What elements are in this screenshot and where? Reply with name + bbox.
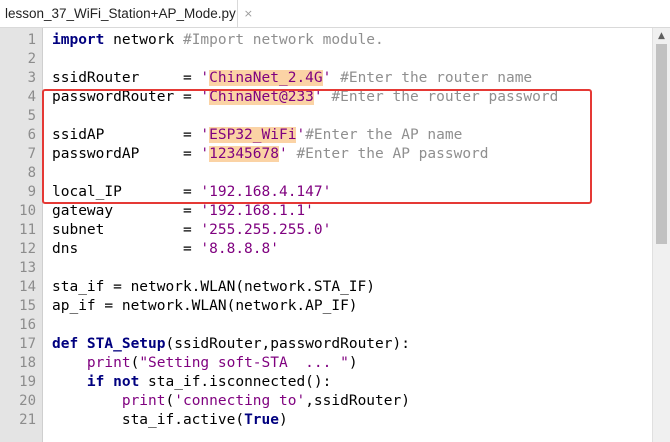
line-text: local_IP = '192.168.4.147' — [52, 184, 332, 200]
line-number: 4 — [27, 89, 36, 105]
code-line: 12 dns = '8.8.8.8' — [0, 240, 650, 259]
code-line: 17 def STA_Setup(ssidRouter,passwordRout… — [0, 335, 650, 354]
line-number: 17 — [19, 336, 36, 352]
tab-file[interactable]: lesson_37_WiFi_Station+AP_Mode.py × — [0, 0, 253, 27]
line-number: 20 — [19, 393, 36, 409]
line-text: passwordAP = '12345678' #Enter the AP pa… — [52, 146, 489, 162]
code-line: 15 ap_if = network.WLAN(network.AP_IF) — [0, 297, 650, 316]
line-number: 7 — [27, 146, 36, 162]
code-editor[interactable]: 1 import network #Import network module.… — [0, 28, 670, 442]
code-line: 2 — [0, 50, 650, 69]
line-text: ssidRouter = 'ChinaNet_2.4G' #Enter the … — [52, 70, 533, 86]
code-line: 11 subnet = '255.255.255.0' — [0, 221, 650, 240]
line-text: ssidAP = 'ESP32_WiFi'#Enter the AP name — [52, 127, 463, 143]
highlighted-value: ChinaNet@233 — [209, 89, 314, 105]
code-line: 3 ssidRouter = 'ChinaNet_2.4G' #Enter th… — [0, 69, 650, 88]
line-text: print('connecting to',ssidRouter) — [121, 393, 410, 409]
code-line: 20 print('connecting to',ssidRouter) — [0, 392, 650, 411]
line-number: 10 — [19, 203, 36, 219]
line-text: sta_if.active(True) — [121, 412, 288, 428]
line-text: gateway = '192.168.1.1' — [52, 203, 314, 219]
line-number: 21 — [19, 412, 36, 428]
code-line: 8 — [0, 164, 650, 183]
line-number: 8 — [27, 165, 36, 181]
code-line: 10 gateway = '192.168.1.1' — [0, 202, 650, 221]
line-number: 18 — [19, 355, 36, 371]
scrollbar-thumb[interactable] — [656, 44, 667, 244]
highlighted-value: 12345678 — [209, 146, 279, 162]
code-line: 19 if not sta_if.isconnected(): — [0, 373, 650, 392]
line-text: dns = '8.8.8.8' — [52, 241, 279, 257]
line-number: 5 — [27, 108, 36, 124]
code-line: 7 passwordAP = '12345678' #Enter the AP … — [0, 145, 650, 164]
code-line: 5 — [0, 107, 650, 126]
tab-bar: lesson_37_WiFi_Station+AP_Mode.py × — [0, 0, 670, 28]
code-line: 6 ssidAP = 'ESP32_WiFi'#Enter the AP nam… — [0, 126, 650, 145]
line-number: 9 — [27, 184, 36, 200]
line-text: if not sta_if.isconnected(): — [86, 374, 332, 390]
line-text: import network #Import network module. — [52, 32, 384, 48]
line-text: subnet = '255.255.255.0' — [52, 222, 332, 238]
code-line: 4 passwordRouter = 'ChinaNet@233' #Enter… — [0, 88, 650, 107]
line-number: 6 — [27, 127, 36, 143]
highlighted-value: ESP32_WiFi — [209, 127, 297, 143]
scroll-up-arrow-icon[interactable]: ▲ — [653, 28, 670, 44]
tab-filename: lesson_37_WiFi_Station+AP_Mode.py — [5, 6, 236, 21]
line-text: sta_if = network.WLAN(network.STA_IF) — [52, 279, 376, 295]
line-number: 12 — [19, 241, 36, 257]
line-text: ap_if = network.WLAN(network.AP_IF) — [52, 298, 358, 314]
line-text: print("Setting soft-STA ... ") — [86, 355, 358, 371]
code-line: 13 — [0, 259, 650, 278]
code-area[interactable]: 1 import network #Import network module.… — [0, 31, 650, 430]
line-text: def STA_Setup(ssidRouter,passwordRouter)… — [52, 336, 410, 352]
line-number: 15 — [19, 298, 36, 314]
line-number: 3 — [27, 70, 36, 86]
code-line: 18 print("Setting soft-STA ... ") — [0, 354, 650, 373]
code-line: 16 — [0, 316, 650, 335]
line-number: 2 — [27, 51, 36, 67]
line-number: 16 — [19, 317, 36, 333]
line-number: 13 — [19, 260, 36, 276]
close-icon[interactable]: × — [244, 7, 253, 20]
line-number: 1 — [27, 32, 36, 48]
line-number: 19 — [19, 374, 36, 390]
code-line: 21 sta_if.active(True) — [0, 411, 650, 430]
line-number: 14 — [19, 279, 36, 295]
line-text: passwordRouter = 'ChinaNet@233' #Enter t… — [52, 89, 559, 105]
code-line: 9 local_IP = '192.168.4.147' — [0, 183, 650, 202]
highlighted-value: ChinaNet_2.4G — [209, 70, 323, 86]
vertical-scrollbar[interactable]: ▲ — [652, 28, 670, 442]
code-line: 1 import network #Import network module. — [0, 31, 650, 50]
line-number: 11 — [19, 222, 36, 238]
code-line: 14 sta_if = network.WLAN(network.STA_IF) — [0, 278, 650, 297]
